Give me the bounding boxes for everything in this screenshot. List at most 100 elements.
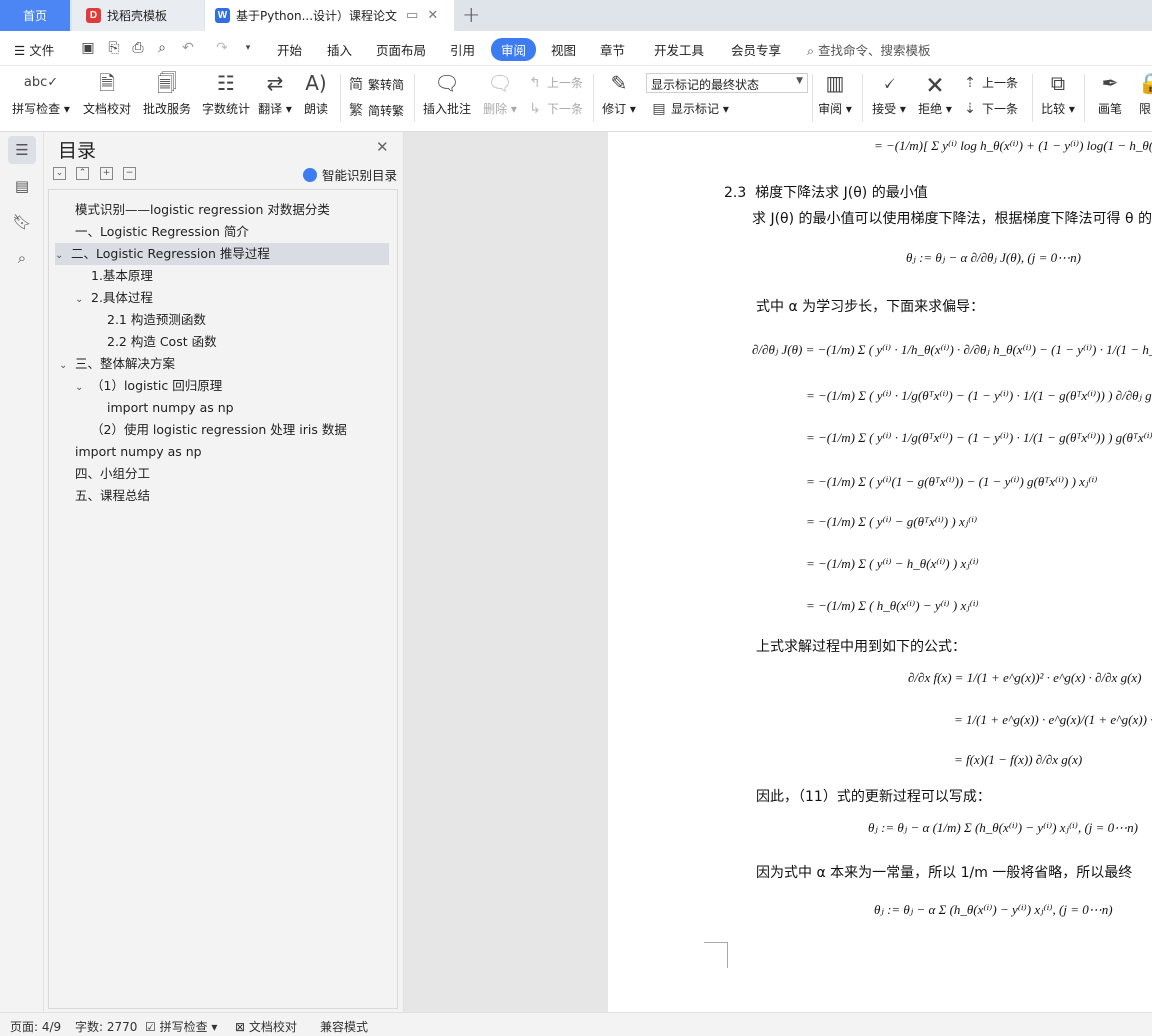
toc-item-label: 三、整体解决方案 [75, 356, 176, 371]
toc-item[interactable]: 2.2 构造 Cost 函数 [107, 331, 217, 353]
command-search-placeholder: 查找命令、搜索模板 [818, 43, 931, 58]
prev-change-button[interactable]: ⇡ 上一条 [962, 74, 1018, 91]
bookmark-icon[interactable]: 🔖︎ [8, 208, 36, 236]
toc-item[interactable]: 模式识别——logistic regression 对数据分类 [75, 199, 330, 221]
tab-document[interactable]: W 基于Python...设计）课程论文 ▭ ✕ [205, 0, 454, 31]
accept-button[interactable]: 🗸 接受 ▾ [870, 66, 908, 117]
batch-service-button[interactable]: 🗐 批改服务 [140, 66, 194, 117]
tab-templates[interactable]: D 找稻壳模板 [72, 0, 204, 31]
insert-comment-button[interactable]: 🗨 插入批注 [420, 66, 474, 117]
menu-member[interactable]: 会员专享 [731, 40, 781, 59]
spell-check-button[interactable]: abc✓ 拼写检查 ▾ [10, 66, 72, 117]
toc-item[interactable]: 1.基本原理 [91, 265, 153, 287]
close-icon[interactable]: ✕ [376, 138, 389, 156]
show-markup-button[interactable]: ▤ 显示标记 ▾ [651, 100, 728, 117]
batch-service-icon: 🗐 [157, 71, 177, 95]
save-icon[interactable]: ▣ [80, 40, 96, 56]
doc-proof-status[interactable]: ⊠ 文档校对 [235, 1018, 297, 1035]
undo-icon[interactable]: ↶ [180, 40, 196, 56]
doc-proof-status-icon: ⊠ [235, 1020, 246, 1034]
remove-heading-icon[interactable]: − [123, 167, 136, 180]
toc-item[interactable]: ⌄ （1）logistic 回归原理 [75, 375, 222, 397]
read-aloud-button[interactable]: A) 朗读 [298, 66, 334, 117]
next-change-button[interactable]: ⇣ 下一条 [962, 100, 1018, 117]
next-comment-label: 下一条 [547, 102, 584, 116]
document-area[interactable]: = −(1/m)[ Σ y⁽ⁱ⁾ log h_θ(x⁽ⁱ⁾) + (1 − y⁽… [404, 132, 1152, 1012]
toc-item[interactable]: import numpy as np [107, 397, 234, 419]
menu-file[interactable]: ☰ 文件 [14, 40, 54, 59]
toc-item[interactable]: ⌄ 三、整体解决方案 [59, 353, 175, 375]
translate-button[interactable]: ⇄ 翻译 ▾ [256, 66, 294, 117]
chevron-down-icon[interactable]: ⌄ [55, 245, 71, 267]
menu-start[interactable]: 开始 [277, 40, 302, 59]
menu-references[interactable]: 引用 [450, 40, 475, 59]
page-indicator[interactable]: 页面: 4/9 [10, 1018, 61, 1035]
print-icon[interactable]: ⎙ [130, 40, 146, 56]
toc-item[interactable]: import numpy as np [75, 441, 202, 463]
simp-to-trad-button[interactable]: 繁简转繁 [348, 100, 404, 120]
review-pane-button[interactable]: ▥ 审阅 ▾ [816, 66, 854, 117]
reject-button[interactable]: 🗙 拒绝 ▾ [916, 66, 954, 117]
toc-item[interactable]: 一、Logistic Regression 简介 [75, 221, 249, 243]
prev-comment-button[interactable]: ↰ 上一条 [527, 74, 583, 91]
new-tab-plus-icon[interactable]: + [462, 3, 480, 28]
spell-check-icon: abc✓ [23, 75, 59, 90]
markup-state-select[interactable]: 显示标记的最终状态 ▼ [646, 73, 808, 93]
toc-item[interactable]: （2）使用 logistic regression 处理 iris 数据 [91, 419, 347, 441]
menu-review[interactable]: 审阅 [491, 38, 537, 61]
delete-comment-label: 删除 [483, 102, 508, 116]
collapse-icon[interactable]: ⌃ [76, 167, 89, 180]
export-pdf-icon[interactable]: ⎘ [106, 40, 122, 56]
toc-item[interactable]: 2.1 构造预测函数 [107, 309, 206, 331]
review-ribbon: abc✓ 拼写检查 ▾ 🗎 文档校对 🗐 批改服务 ☷ 字数统计 ⇄ 翻译 ▾ … [0, 66, 1152, 132]
toc-item-selected[interactable]: ⌄ 二、Logistic Regression 推导过程 [55, 243, 389, 265]
toc-item[interactable]: 四、小组分工 [75, 463, 150, 485]
command-search[interactable]: ⌕ 查找命令、搜索模板 [807, 40, 931, 59]
tab-bar: 首页 D 找稻壳模板 W 基于Python...设计）课程论文 ▭ ✕ + [0, 0, 1152, 31]
chevron-down-icon[interactable]: ⌄ [59, 355, 75, 377]
spell-check-label: 拼写检查 [12, 102, 61, 116]
menu-page-layout[interactable]: 页面布局 [376, 40, 426, 59]
menu-insert[interactable]: 插入 [327, 40, 352, 59]
doc-proof-button[interactable]: 🗎 文档校对 [80, 66, 134, 117]
trad-to-simp-icon: 简 [349, 77, 363, 93]
chevron-down-icon: ▼ [796, 76, 803, 86]
print-preview-icon[interactable]: ⌕ [154, 40, 170, 56]
chapter-nav-icon[interactable]: ▤ [8, 172, 36, 200]
toc-panel-icon[interactable]: ☰ [8, 136, 36, 164]
toc-item[interactable]: 五、课程总结 [75, 485, 150, 507]
redo-icon[interactable]: ↷ [214, 40, 230, 56]
ribbon-separator [593, 74, 594, 122]
pen-icon: ✒ [1101, 71, 1119, 95]
smart-recognize-toc-button[interactable]: 智能识别目录 [303, 165, 397, 184]
restrict-editing-label: 限 [1138, 102, 1151, 116]
tab-close-icon[interactable]: ✕ [427, 8, 438, 23]
word-count-status[interactable]: 字数: 2770 [75, 1018, 137, 1035]
markup-state-value: 显示标记的最终状态 [651, 78, 760, 92]
word-count-button[interactable]: ☷ 字数统计 [199, 66, 253, 117]
section-number: 2.3 [724, 185, 747, 201]
toc-item[interactable]: ⌄ 2.具体过程 [75, 287, 153, 309]
show-markup-label: 显示标记 [671, 102, 720, 116]
tab-restore-icon[interactable]: ▭ [406, 8, 418, 23]
delete-comment-icon: 🗨 [487, 71, 513, 95]
trad-to-simp-button[interactable]: 简繁转简 [348, 74, 404, 94]
restrict-editing-button[interactable]: 🔒 限 [1138, 66, 1152, 117]
add-heading-icon[interactable]: + [100, 167, 113, 180]
compare-button[interactable]: ⧉ 比较 ▾ [1038, 66, 1078, 117]
track-changes-button[interactable]: ✎ 修订 ▾ [598, 66, 640, 117]
chevron-down-icon[interactable]: ⌄ [75, 289, 91, 311]
delete-comment-button[interactable]: 🗨 删除 ▾ [480, 66, 520, 117]
expand-icon[interactable]: ⌄ [53, 167, 66, 180]
pen-button[interactable]: ✒ 画笔 [1090, 66, 1130, 117]
next-comment-button[interactable]: ↳ 下一条 [527, 100, 583, 117]
menu-view[interactable]: 视图 [551, 40, 576, 59]
chevron-down-icon[interactable]: ⌄ [75, 377, 91, 399]
tab-home[interactable]: 首页 [0, 0, 70, 31]
menu-section[interactable]: 章节 [600, 40, 625, 59]
find-icon[interactable]: ⌕ [8, 244, 36, 272]
spell-check-status[interactable]: ☑ 拼写检查 ▾ [145, 1018, 217, 1035]
document-page[interactable]: = −(1/m)[ Σ y⁽ⁱ⁾ log h_θ(x⁽ⁱ⁾) + (1 − y⁽… [608, 132, 1152, 1012]
customize-arrow-icon[interactable]: ▾ [240, 40, 256, 56]
menu-developer[interactable]: 开发工具 [654, 40, 704, 59]
